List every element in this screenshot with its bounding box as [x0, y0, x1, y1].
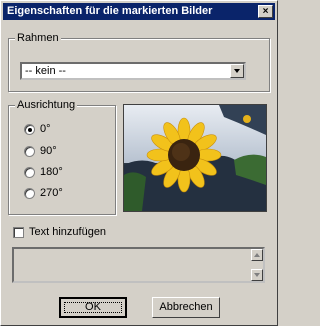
radio-button[interactable]: [24, 124, 35, 135]
frame-group-label: Rahmen: [15, 32, 61, 44]
orientation-group-label: Ausrichtung: [15, 99, 78, 111]
close-button[interactable]: ×: [258, 5, 273, 18]
properties-dialog: Eigenschaften für die markierten Bilder …: [0, 0, 278, 326]
radio-label: 180°: [40, 166, 63, 178]
radio-label: 270°: [40, 187, 63, 199]
arrow-down-icon: [254, 273, 260, 277]
radio-button[interactable]: [24, 167, 35, 178]
scroll-down-button[interactable]: [251, 269, 263, 281]
sunflower-icon: [124, 105, 266, 211]
add-text-checkbox[interactable]: [13, 227, 24, 238]
radio-button[interactable]: [24, 146, 35, 157]
ok-button[interactable]: OK: [59, 297, 127, 318]
radio-button[interactable]: [24, 188, 35, 199]
add-text-label: Text hinzufügen: [29, 226, 107, 238]
radio-label: 0°: [40, 123, 51, 135]
scroll-up-button[interactable]: [251, 249, 263, 261]
title-bar: Eigenschaften für die markierten Bilder …: [3, 3, 275, 20]
orientation-group: Ausrichtung 0° 90° 180° 270°: [8, 99, 116, 215]
dropdown-button[interactable]: [230, 64, 244, 78]
frame-group: Rahmen -- kein --: [8, 32, 270, 92]
preview-image: [123, 104, 267, 212]
frame-select[interactable]: -- kein --: [20, 62, 246, 80]
arrow-up-icon: [254, 253, 260, 257]
cancel-label: Abbrechen: [159, 301, 213, 313]
focus-rect: [64, 302, 122, 313]
window-title: Eigenschaften für die markierten Bilder: [7, 5, 213, 17]
radio-label: 90°: [40, 145, 57, 157]
chevron-down-icon: [234, 69, 240, 73]
text-input[interactable]: [12, 247, 265, 283]
cancel-button[interactable]: Abbrechen: [152, 297, 220, 318]
frame-select-value: -- kein --: [25, 65, 66, 77]
